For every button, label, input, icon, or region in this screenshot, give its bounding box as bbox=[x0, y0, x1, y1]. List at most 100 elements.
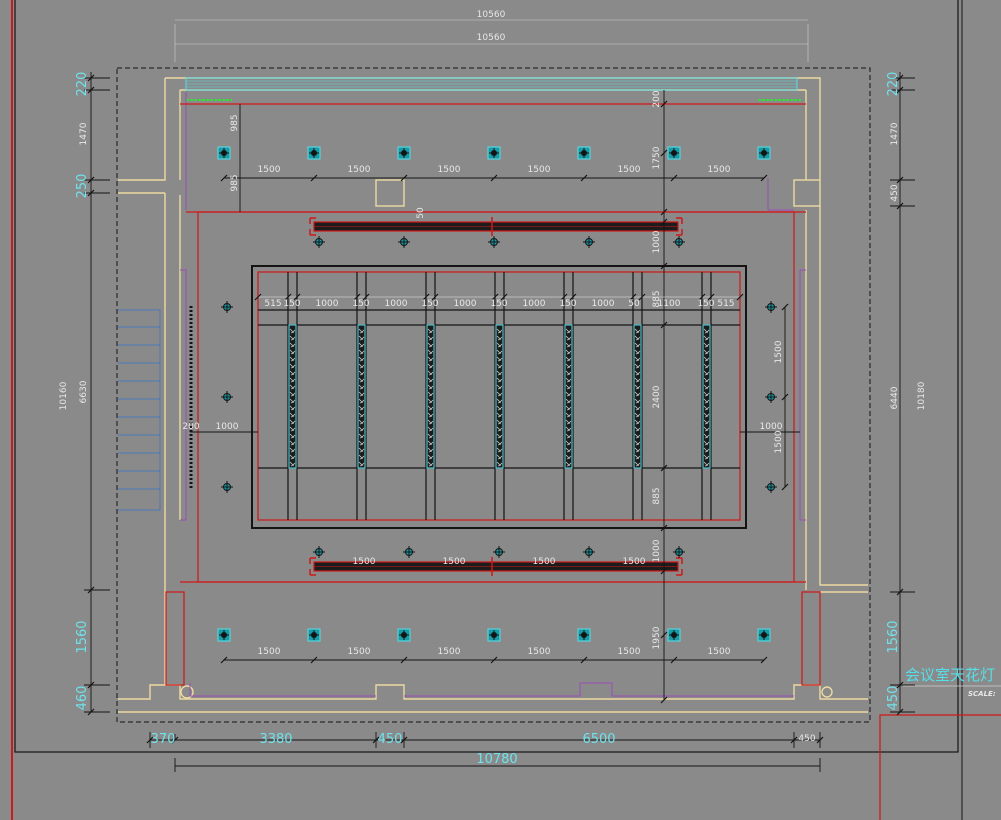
round-downlight-icon bbox=[221, 301, 233, 313]
panel-dim-9: 1000 bbox=[523, 299, 546, 309]
dim-right-10180: 10180 bbox=[917, 381, 927, 410]
top-spacing-1: 1500 bbox=[258, 165, 281, 175]
panel-dim-1: 515 bbox=[264, 299, 281, 309]
dim-top-inner: 10560 bbox=[477, 33, 506, 43]
dim-1750: 1750 bbox=[652, 146, 662, 169]
dim-right-1470: 1470 bbox=[890, 122, 900, 145]
dim-right-1560: 1560 bbox=[886, 620, 901, 653]
round-downlight-icon bbox=[221, 481, 233, 493]
strip-spacing-1: 1500 bbox=[353, 557, 376, 567]
purple-outline bbox=[180, 92, 806, 697]
square-downlight-icon bbox=[397, 146, 411, 160]
panel-dim-10: 150 bbox=[559, 299, 576, 309]
walls bbox=[118, 77, 868, 713]
square-downlight-icon bbox=[307, 628, 321, 642]
ceiling-plan-drawing: 10560 10560 220 1470 250 6630 10160 1560… bbox=[11, 0, 1001, 820]
dim-right-6440: 6440 bbox=[890, 386, 900, 409]
strip-spacing-2: 1500 bbox=[443, 557, 466, 567]
square-downlight-icon bbox=[757, 628, 771, 642]
dim-50a: 50 bbox=[416, 207, 426, 219]
dim-left-1470: 1470 bbox=[79, 122, 89, 145]
panel-dim-15: 515 bbox=[717, 299, 734, 309]
round-downlight-icon bbox=[403, 546, 415, 558]
dim-1500-right-a: 1500 bbox=[774, 340, 784, 363]
dim-left-1560: 1560 bbox=[75, 620, 90, 653]
dim-left-220: 220 bbox=[75, 72, 90, 97]
square-downlight-icon bbox=[397, 628, 411, 642]
dim-bottom-3380: 3380 bbox=[259, 732, 292, 747]
dim-1000-left: 1000 bbox=[216, 422, 239, 432]
strip-spacing-3: 1500 bbox=[533, 557, 556, 567]
dim-1500-right-b: 1500 bbox=[774, 430, 784, 453]
top-spacing-2: 1500 bbox=[348, 165, 371, 175]
round-downlight-icon bbox=[313, 546, 325, 558]
dim-bottom-6500: 6500 bbox=[582, 732, 615, 747]
panel-dim-6: 150 bbox=[421, 299, 438, 309]
square-downlight-icon bbox=[487, 146, 501, 160]
panel-dim-8: 150 bbox=[490, 299, 507, 309]
dim-left-6630: 6630 bbox=[79, 380, 89, 403]
square-downlight-icon bbox=[217, 146, 231, 160]
bottom-spacing-2: 1500 bbox=[348, 647, 371, 657]
round-downlight-icon bbox=[583, 546, 595, 558]
dim-right-450: 450 bbox=[890, 184, 900, 201]
round-downlight-icon bbox=[221, 391, 233, 403]
drawing-title: 会议室天花灯 bbox=[905, 666, 995, 684]
dim-1000a: 1000 bbox=[652, 230, 662, 253]
square-downlight-icon bbox=[757, 146, 771, 160]
top-spacing-6: 1500 bbox=[708, 165, 731, 175]
round-downlight-icon bbox=[488, 236, 500, 248]
dim-right-450b: 450 bbox=[886, 686, 901, 711]
round-downlight-icon bbox=[673, 236, 685, 248]
dim-200-left: 200 bbox=[182, 422, 199, 432]
panel-dim-14: 150 bbox=[697, 299, 714, 309]
square-downlight-icon bbox=[667, 628, 681, 642]
panel-dim-3: 1000 bbox=[316, 299, 339, 309]
dim-985b: 985 bbox=[230, 174, 240, 191]
round-downlight-icon bbox=[765, 391, 777, 403]
panel-dim-12: 50 bbox=[628, 299, 640, 309]
panel-dim-7: 1000 bbox=[454, 299, 477, 309]
square-downlight-icon bbox=[577, 146, 591, 160]
linear-light-top bbox=[309, 217, 683, 236]
round-downlight-icon bbox=[765, 481, 777, 493]
panel-dim-13: 1100 bbox=[658, 299, 681, 309]
dim-1000-right: 1000 bbox=[760, 422, 783, 432]
round-downlight-icon bbox=[673, 546, 685, 558]
dim-bottom-450b: 450 bbox=[798, 734, 815, 744]
dim-885b: 885 bbox=[652, 487, 662, 504]
square-downlight-icon bbox=[487, 628, 501, 642]
dim-1950: 1950 bbox=[652, 626, 662, 649]
square-downlight-icon bbox=[577, 628, 591, 642]
bottom-spacing-5: 1500 bbox=[618, 647, 641, 657]
dim-985a: 985 bbox=[230, 114, 240, 131]
curtain-box-top bbox=[185, 77, 802, 101]
dim-left-460: 460 bbox=[75, 686, 90, 711]
round-downlight-icon bbox=[313, 236, 325, 248]
dim-top-outer: 10560 bbox=[477, 10, 506, 20]
stair-grille bbox=[118, 309, 161, 511]
strip-spacing-4: 1500 bbox=[623, 557, 646, 567]
dim-bottom-total: 10780 bbox=[476, 752, 517, 767]
top-spacing-5: 1500 bbox=[618, 165, 641, 175]
dim-bottom-450: 450 bbox=[378, 732, 403, 747]
bottom-spacing-6: 1500 bbox=[708, 647, 731, 657]
bottom-spacing-3: 1500 bbox=[438, 647, 461, 657]
dim-bottom-370: 370 bbox=[151, 732, 176, 747]
square-downlight-icon bbox=[307, 146, 321, 160]
dim-1000b: 1000 bbox=[652, 539, 662, 562]
dim-left-250: 250 bbox=[75, 174, 90, 199]
scale-label: SCALE: bbox=[968, 690, 996, 698]
round-downlight-icon bbox=[765, 301, 777, 313]
bottom-spacing-4: 1500 bbox=[528, 647, 551, 657]
square-downlight-icon bbox=[667, 146, 681, 160]
red-ceiling-lines bbox=[165, 103, 821, 686]
round-downlight-icon bbox=[493, 546, 505, 558]
panel-dim-11: 1000 bbox=[592, 299, 615, 309]
bottom-spacing-1: 1500 bbox=[258, 647, 281, 657]
square-downlight-icon bbox=[217, 628, 231, 642]
dim-left-10160: 10160 bbox=[59, 381, 69, 410]
panel-dim-2: 150 bbox=[283, 299, 300, 309]
round-downlight-icon bbox=[583, 236, 595, 248]
dim-2400: 2400 bbox=[652, 385, 662, 408]
